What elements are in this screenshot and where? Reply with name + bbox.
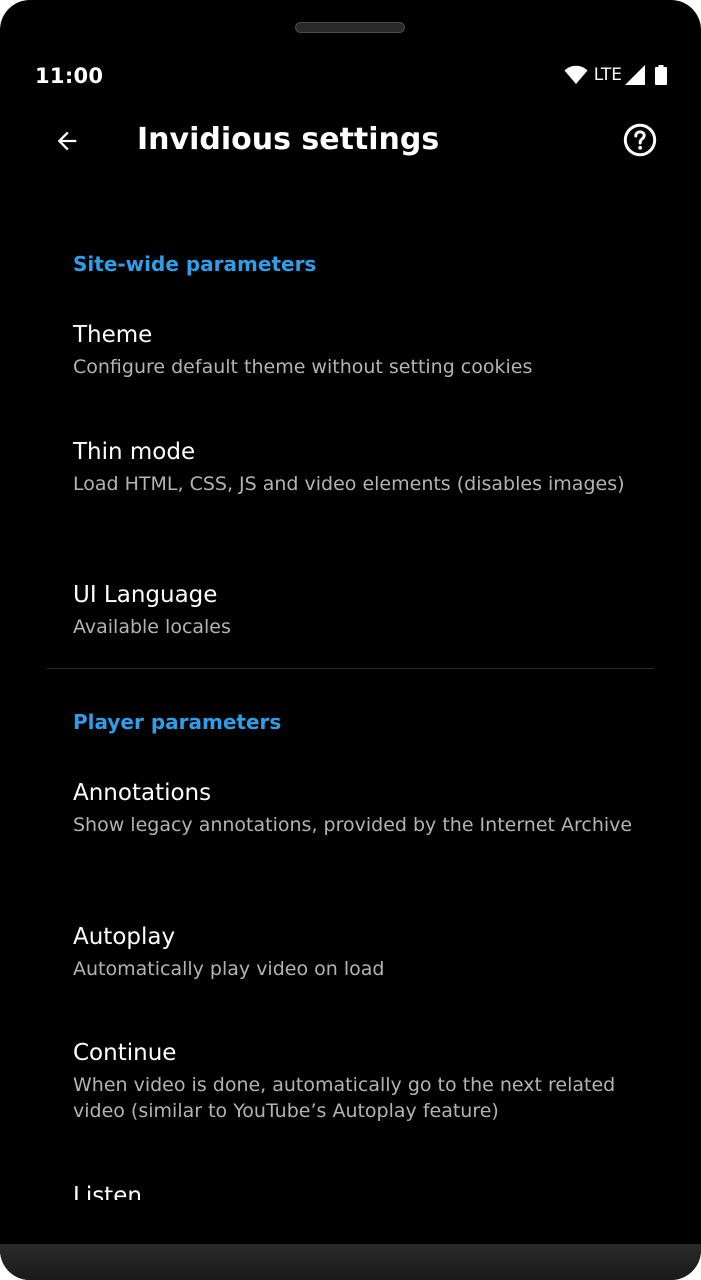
back-button[interactable] [44, 118, 90, 164]
pref-summary: When video is done, automatically go to … [73, 1074, 616, 1122]
pref-title: Theme [73, 322, 153, 348]
pref-summary: Load HTML, CSS, JS and video elements (d… [73, 473, 625, 495]
pref-ui-language[interactable]: UI Language Available locales [73, 580, 653, 640]
pref-theme[interactable]: Theme Configure default theme without se… [73, 320, 653, 380]
status-icons: LTE [564, 64, 667, 86]
pref-thin-mode[interactable]: Thin mode Load HTML, CSS, JS and video e… [73, 437, 653, 497]
pref-title: Continue [73, 1040, 177, 1066]
pref-title: Annotations [73, 780, 212, 806]
pref-summary: Configure default theme without setting … [73, 356, 533, 378]
pref-title: UI Language [73, 582, 218, 608]
pref-continue[interactable]: Continue When video is done, automatical… [73, 1038, 653, 1124]
pref-title: Listen [73, 1183, 142, 1200]
speaker-grille [295, 22, 405, 33]
pref-summary: Show legacy annotations, provided by the… [73, 814, 633, 836]
network-type-label: LTE [593, 65, 622, 85]
status-bar: 11:00 LTE [0, 56, 701, 96]
section-header-site-wide: Site-wide parameters [73, 252, 317, 276]
pref-listen[interactable]: Listen [73, 1181, 653, 1200]
pref-summary: Available locales [73, 616, 231, 638]
section-header-player: Player parameters [73, 710, 282, 734]
bottom-bezel [0, 1244, 701, 1280]
pref-autoplay[interactable]: Autoplay Automatically play video on loa… [73, 922, 653, 982]
help-circle-icon [623, 123, 657, 157]
help-button[interactable] [617, 117, 663, 163]
pref-title: Autoplay [73, 924, 176, 950]
pref-summary: Automatically play video on load [73, 958, 385, 980]
status-time: 11:00 [35, 64, 104, 88]
wifi-icon [564, 65, 588, 84]
pref-title: Thin mode [73, 439, 196, 465]
arrow-back-icon [57, 131, 77, 151]
page-title: Invidious settings [137, 122, 440, 157]
signal-icon [625, 65, 645, 85]
pref-annotations[interactable]: Annotations Show legacy annotations, pro… [73, 778, 653, 838]
phone-screen: 11:00 LTE Invidious settings Site-wide p… [0, 0, 701, 1280]
settings-list[interactable]: Site-wide parameters Theme Configure def… [0, 172, 701, 1200]
app-bar: Invidious settings [0, 110, 701, 172]
section-divider [47, 668, 654, 669]
battery-icon [655, 65, 667, 85]
